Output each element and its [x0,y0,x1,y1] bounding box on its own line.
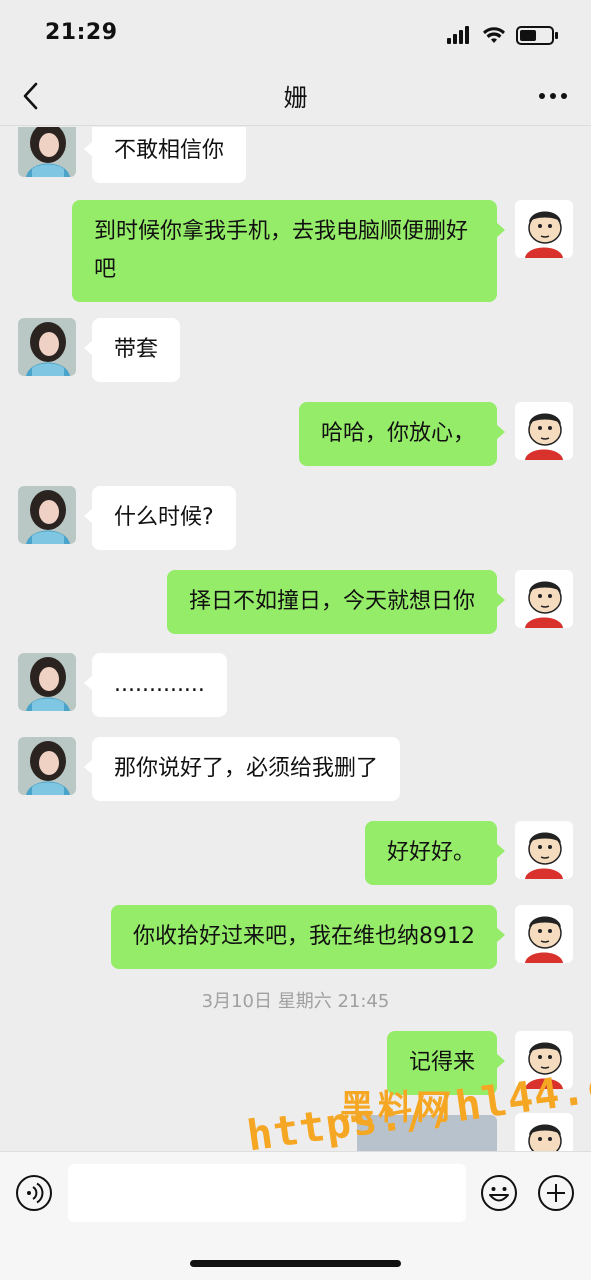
voice-icon[interactable] [15,1174,53,1212]
message-bubble-outgoing[interactable]: 好好好。 [364,821,506,885]
user-avatar[interactable] [515,570,573,628]
user-avatar[interactable] [515,200,573,258]
battery-icon [516,26,558,45]
message-bubble-incoming[interactable]: 什么时候? [84,486,236,550]
contact-avatar[interactable] [18,127,76,177]
more-dots-icon[interactable] [537,84,569,108]
emoji-icon[interactable] [480,1174,518,1212]
user-avatar[interactable] [515,402,573,460]
signal-icon [447,26,469,44]
chat-header: 姗 [0,66,591,126]
contact-avatar[interactable] [18,486,76,544]
message-bubble-incoming[interactable]: 不敢相信你 [83,127,247,183]
wifi-icon [483,27,505,43]
status-bar: 21:29 [0,0,591,66]
user-avatar[interactable] [515,1031,573,1089]
chat-title: 姗 [283,84,308,112]
message-bubble-outgoing[interactable]: 你收拾好过来吧，我在维也纳8912 [111,905,505,969]
user-avatar[interactable] [515,821,573,879]
contact-avatar[interactable] [18,737,76,795]
plus-circle-icon[interactable] [537,1174,575,1212]
message-input[interactable] [68,1164,466,1222]
message-bubble-outgoing[interactable]: 哈哈，你放心， [298,402,506,466]
message-bubble-outgoing[interactable]: 到时候你拿我手机，去我电脑顺便删好吧 [72,200,505,302]
message-bubble-outgoing[interactable]: 记得来 [386,1031,506,1095]
message-bubble-outgoing[interactable]: 择日不如撞日，今天就想日你 [166,570,506,634]
message-bubble-incoming[interactable]: ............. [84,653,227,717]
user-avatar[interactable] [515,905,573,963]
contact-avatar[interactable] [18,318,76,376]
image-message-thumbnail[interactable] [357,1115,497,1151]
status-time: 21:29 [45,20,118,45]
home-indicator [190,1260,401,1267]
input-bar [0,1151,591,1280]
status-icons [447,26,558,45]
chat-message-list[interactable]: 不敢相信你 到时候你拿我手机，去我电脑顺便删好吧 带套 哈哈，你放心， 什么时候… [0,127,591,1151]
user-avatar[interactable] [515,1113,573,1151]
message-bubble-incoming[interactable]: 那你说好了，必须给我删了 [83,737,401,801]
message-timestamp: 3月10日 星期六 21:45 [201,991,390,1012]
contact-avatar[interactable] [18,653,76,711]
message-bubble-incoming[interactable]: 带套 [83,318,181,382]
